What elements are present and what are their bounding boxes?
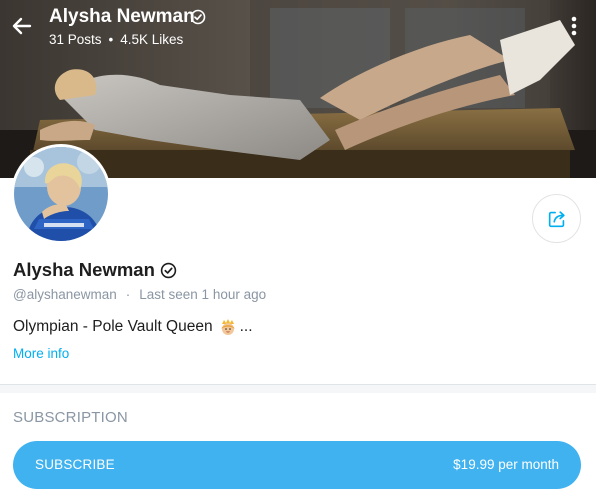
- verified-icon: [190, 9, 206, 25]
- subscribe-button[interactable]: SUBSCRIBE $19.99 per month: [13, 441, 581, 489]
- princess-emoji-icon: [221, 319, 235, 335]
- stats-separator: •: [108, 32, 114, 47]
- posts-count: 31 Posts: [49, 32, 102, 47]
- back-arrow-icon[interactable]: [8, 12, 36, 40]
- last-seen: Last seen 1 hour ago: [139, 287, 267, 302]
- bio-text: Olympian - Pole Vault Queen ...: [13, 317, 253, 337]
- subscribe-price: $19.99 per month: [453, 457, 559, 472]
- share-icon: [548, 210, 565, 227]
- header-stats: 31 Posts • 4.5K Likes: [49, 32, 183, 47]
- cover-photo: Alysha Newman 31 Posts • 4.5K Likes: [0, 0, 596, 178]
- avatar-image: [14, 147, 108, 241]
- more-info-link[interactable]: More info: [13, 346, 69, 361]
- profile-name-row: Alysha Newman: [13, 259, 177, 281]
- bio-content: Olympian - Pole Vault Queen: [13, 318, 213, 335]
- handle-separator: ·: [125, 287, 131, 302]
- subscribe-label: SUBSCRIBE: [35, 457, 115, 472]
- profile-handle: @alyshanewman: [13, 287, 117, 302]
- more-vertical-icon[interactable]: [564, 14, 584, 38]
- section-spacer: [0, 385, 596, 393]
- header-name: Alysha Newman: [49, 6, 195, 27]
- bio-ellipsis: ...: [239, 318, 253, 335]
- likes-count: 4.5K Likes: [120, 32, 184, 47]
- handle-row: @alyshanewman · Last seen 1 hour ago: [13, 287, 266, 302]
- profile-name: Alysha Newman: [13, 259, 155, 280]
- top-bar: Alysha Newman 31 Posts • 4.5K Likes: [0, 0, 596, 56]
- subscription-heading: SUBSCRIPTION: [13, 409, 128, 426]
- avatar[interactable]: [11, 144, 111, 244]
- share-button[interactable]: [532, 194, 581, 243]
- verified-icon: [160, 262, 177, 278]
